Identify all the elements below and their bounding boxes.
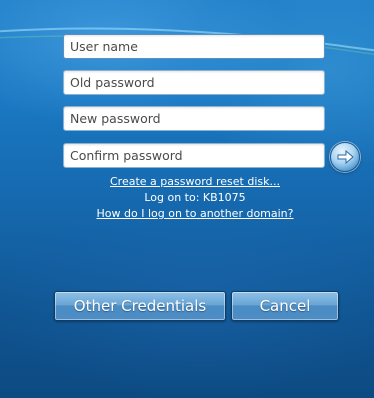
other-credentials-button[interactable]: Other Credentials xyxy=(54,291,226,321)
arrow-right-icon xyxy=(337,149,354,165)
other-domain-link[interactable]: How do I log on to another domain? xyxy=(8,207,374,220)
username-input[interactable] xyxy=(63,34,325,59)
cancel-button[interactable]: Cancel xyxy=(231,291,339,321)
submit-arrow-button[interactable] xyxy=(330,142,360,172)
confirm-password-input[interactable] xyxy=(63,143,325,168)
new-password-input[interactable] xyxy=(63,106,325,131)
reset-disk-link[interactable]: Create a password reset disk... xyxy=(8,175,374,188)
logon-to-text: Log on to: KB1075 xyxy=(144,191,246,204)
old-password-input[interactable] xyxy=(63,70,325,95)
